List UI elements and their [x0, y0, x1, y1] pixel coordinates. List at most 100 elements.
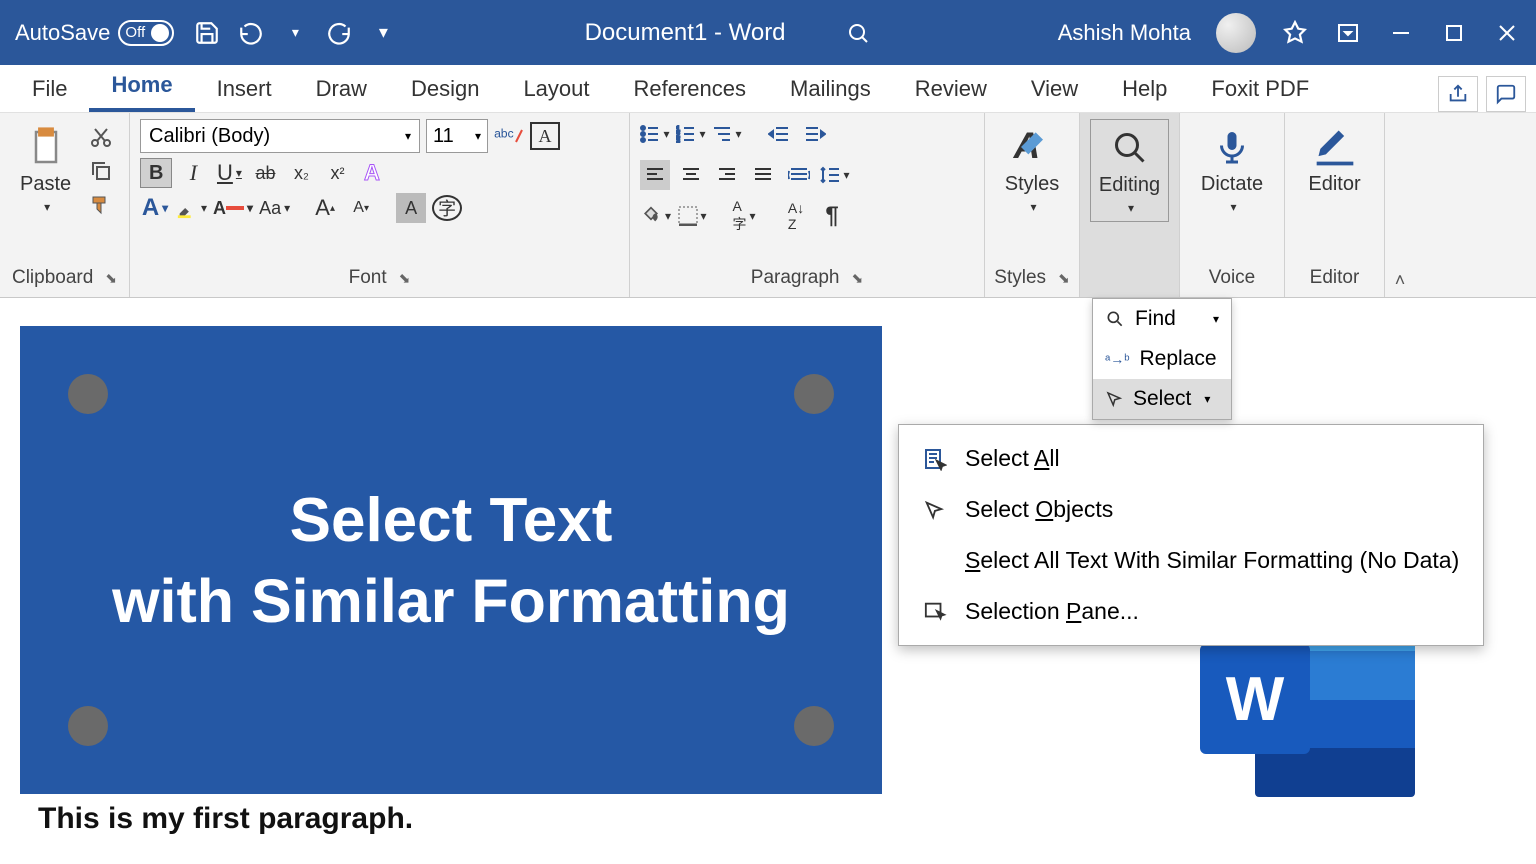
asian-layout-icon[interactable]: A字▾ — [729, 201, 759, 231]
ribbon-display-icon[interactable] — [1334, 19, 1362, 47]
save-icon[interactable] — [194, 20, 220, 46]
comments-icon[interactable] — [1486, 76, 1526, 112]
tab-review[interactable]: Review — [893, 66, 1009, 112]
close-icon[interactable] — [1493, 19, 1521, 47]
font-size-dropdown[interactable]: 11▾ — [426, 119, 488, 153]
select-objects-item[interactable]: Select Objects — [899, 484, 1483, 535]
justify-icon[interactable] — [748, 160, 778, 190]
text-effects-dropdown[interactable]: A▾ — [140, 193, 170, 223]
select-item[interactable]: Select ▾ — [1093, 379, 1231, 419]
collapse-ribbon-icon[interactable]: ˄ — [1395, 270, 1406, 291]
editor-button[interactable]: Editor — [1295, 119, 1374, 202]
ribbon-tabs: File Home Insert Draw Design Layout Refe… — [0, 65, 1536, 113]
font-name-dropdown[interactable]: Calibri (Body)▾ — [140, 119, 420, 153]
multilevel-list-icon[interactable]: ▾ — [712, 119, 742, 149]
underline-button[interactable]: U▾ — [214, 158, 244, 188]
search-icon[interactable] — [846, 21, 870, 45]
tab-layout[interactable]: Layout — [501, 66, 611, 112]
redo-icon[interactable] — [326, 20, 352, 46]
tab-insert[interactable]: Insert — [195, 66, 294, 112]
chevron-down-icon[interactable]: ▾ — [282, 20, 308, 46]
toggle-switch[interactable]: Off — [118, 20, 174, 46]
premium-icon[interactable] — [1281, 19, 1309, 47]
cursor-icon — [923, 498, 947, 522]
autosave-toggle[interactable]: AutoSave Off — [15, 20, 174, 46]
text-effects-icon[interactable]: A — [358, 158, 388, 188]
cut-icon[interactable] — [89, 125, 113, 149]
subscript-button[interactable]: x₂ — [286, 158, 316, 188]
enclose-characters-icon[interactable]: 字 — [432, 195, 462, 221]
tab-foxit[interactable]: Foxit PDF — [1189, 66, 1331, 112]
select-all-item[interactable]: Select All — [899, 433, 1483, 484]
tab-draw[interactable]: Draw — [294, 66, 389, 112]
grow-font-icon[interactable]: A▴ — [310, 193, 340, 223]
customize-qat-icon[interactable]: ▾ — [370, 20, 396, 46]
paragraph-text: This is my first paragraph. — [38, 802, 413, 836]
find-item[interactable]: Find ▾ — [1093, 299, 1231, 339]
selection-pane-item[interactable]: Selection Pane... — [899, 586, 1483, 637]
dialog-launcher-icon[interactable]: ⬊ — [852, 270, 864, 287]
tab-home[interactable]: Home — [89, 62, 194, 112]
align-left-icon[interactable] — [640, 160, 670, 190]
selection-pane-icon — [923, 600, 947, 624]
tab-help[interactable]: Help — [1100, 66, 1189, 112]
character-border-icon[interactable]: A — [530, 122, 560, 150]
align-center-icon[interactable] — [676, 160, 706, 190]
format-painter-icon[interactable] — [89, 193, 113, 217]
font-color-icon[interactable]: A▾ — [213, 193, 253, 223]
dialog-launcher-icon[interactable]: ⬊ — [1058, 270, 1070, 287]
italic-button[interactable]: I — [178, 158, 208, 188]
distributed-icon[interactable] — [784, 160, 814, 190]
paste-button[interactable]: Paste ▾ — [10, 119, 81, 220]
user-name[interactable]: Ashish Mohta — [1058, 20, 1191, 46]
avatar[interactable] — [1216, 13, 1256, 53]
replace-item[interactable]: ᵃ→ᵇ Replace — [1093, 339, 1231, 379]
dialog-launcher-icon[interactable]: ⬊ — [399, 270, 411, 287]
svg-text:A: A — [364, 160, 380, 185]
tab-file[interactable]: File — [10, 66, 89, 112]
editor-icon — [1313, 125, 1357, 169]
bullets-icon[interactable]: ▾ — [640, 119, 670, 149]
superscript-button[interactable]: x² — [322, 158, 352, 188]
corner-dot — [68, 706, 108, 746]
sort-icon[interactable]: A↓Z — [781, 201, 811, 231]
select-submenu: Select All Select Objects Select All Tex… — [898, 424, 1484, 646]
tab-mailings[interactable]: Mailings — [768, 66, 893, 112]
shrink-font-icon[interactable]: A▾ — [346, 193, 376, 223]
corner-dot — [794, 706, 834, 746]
clear-formatting-icon[interactable]: ᵃᵇᶜ — [494, 121, 524, 151]
increase-indent-icon[interactable] — [800, 119, 830, 149]
line-spacing-icon[interactable]: ▾ — [820, 160, 850, 190]
undo-icon[interactable] — [238, 20, 264, 46]
tab-design[interactable]: Design — [389, 66, 501, 112]
change-case-icon[interactable]: Aa▾ — [259, 193, 290, 223]
styles-button[interactable]: A Styles ▾ — [995, 119, 1069, 220]
numbering-icon[interactable]: 123▾ — [676, 119, 706, 149]
quick-access-toolbar: ▾ ▾ — [194, 20, 396, 46]
share-icon[interactable] — [1438, 76, 1478, 112]
highlight-icon[interactable]: ▾ — [176, 193, 207, 223]
editing-button[interactable]: Editing ▾ — [1090, 119, 1169, 222]
copy-icon[interactable] — [89, 159, 113, 183]
maximize-icon[interactable] — [1440, 19, 1468, 47]
tab-references[interactable]: References — [612, 66, 769, 112]
bold-button[interactable]: B — [140, 158, 172, 188]
select-similar-formatting-item[interactable]: Select All Text With Similar Formatting … — [899, 535, 1483, 586]
tab-view[interactable]: View — [1009, 66, 1100, 112]
minimize-icon[interactable] — [1387, 19, 1415, 47]
search-icon — [1105, 309, 1125, 329]
styles-icon: A — [1010, 125, 1054, 169]
character-shading-icon[interactable]: A — [396, 193, 426, 223]
strikethrough-button[interactable]: ab — [250, 158, 280, 188]
editing-dropdown: Find ▾ ᵃ→ᵇ Replace Select ▾ — [1092, 298, 1232, 420]
dictate-button[interactable]: Dictate ▾ — [1190, 119, 1274, 220]
borders-icon[interactable]: ▾ — [677, 201, 707, 231]
dialog-launcher-icon[interactable]: ⬊ — [105, 270, 117, 287]
align-right-icon[interactable] — [712, 160, 742, 190]
ribbon: Paste ▾ Clipboard⬊ Calibri (Body)▾ 11▾ ᵃ… — [0, 113, 1536, 298]
decrease-indent-icon[interactable] — [764, 119, 794, 149]
microphone-icon — [1210, 125, 1254, 169]
chevron-down-icon: ▾ — [44, 200, 50, 214]
show-hide-icon[interactable]: ¶ — [817, 201, 847, 231]
shading-icon[interactable]: ▾ — [640, 201, 671, 231]
